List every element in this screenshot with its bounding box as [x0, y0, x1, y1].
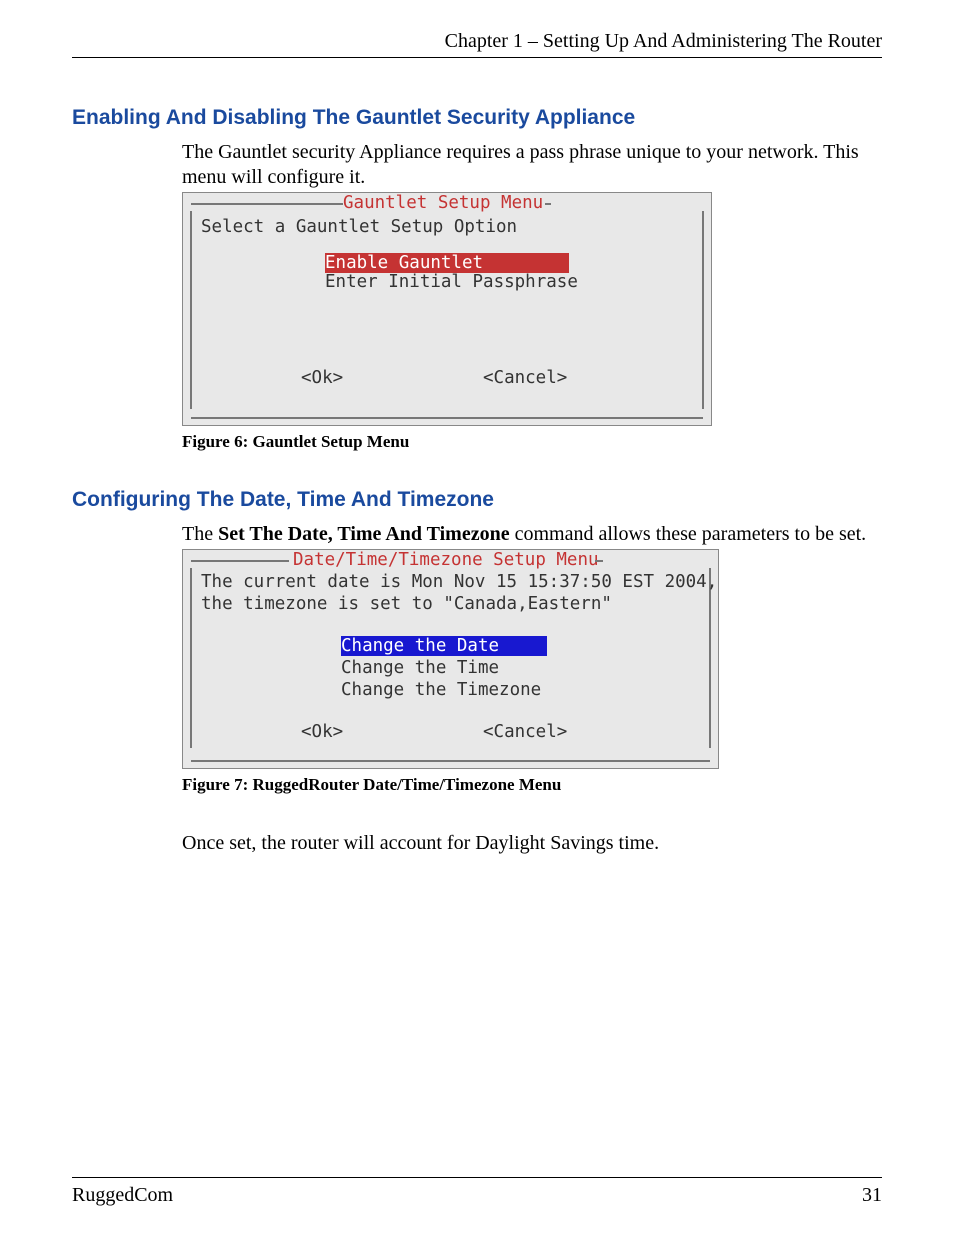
section-heading-gauntlet: Enabling And Disabling The Gauntlet Secu… — [72, 106, 882, 130]
closing-paragraph: Once set, the router will account for Da… — [182, 831, 882, 856]
ok-button[interactable]: <Ok> — [301, 368, 343, 388]
cancel-button[interactable]: <Cancel> — [483, 722, 567, 742]
box-line — [191, 560, 289, 562]
section2-paragraph: The Set The Date, Time And Timezone comm… — [182, 522, 882, 547]
para-bold: Set The Date, Time And Timezone — [218, 523, 510, 545]
option-enable-gauntlet[interactable]: Enable Gauntlet — [325, 253, 569, 273]
page-footer: RuggedCom 31 — [72, 1177, 882, 1235]
option-change-time[interactable]: Change the Time — [341, 658, 499, 678]
para-text: command allows these parameters to be se… — [510, 523, 867, 545]
option-change-timezone[interactable]: Change the Timezone — [341, 680, 541, 700]
gauntlet-menu-title: Gauntlet Setup Menu — [343, 193, 543, 213]
box-line — [190, 568, 192, 748]
datetime-timezone-line: the timezone is set to "Canada,Eastern" — [201, 594, 612, 614]
footer-left: RuggedCom — [72, 1184, 173, 1207]
box-line — [702, 211, 704, 409]
ok-button[interactable]: <Ok> — [301, 722, 343, 742]
para-text: The — [182, 523, 218, 545]
box-line — [595, 560, 603, 562]
box-line — [191, 203, 343, 205]
gauntlet-prompt: Select a Gauntlet Setup Option — [201, 217, 517, 237]
option-change-date[interactable]: Change the Date — [341, 636, 547, 656]
figure7-caption: Figure 7: RuggedRouter Date/Time/Timezon… — [182, 775, 882, 795]
box-line — [191, 417, 703, 419]
page-header: Chapter 1 – Setting Up And Administering… — [72, 30, 882, 58]
datetime-current-line: The current date is Mon Nov 15 15:37:50 … — [201, 572, 717, 592]
box-line — [191, 760, 710, 762]
cancel-button[interactable]: <Cancel> — [483, 368, 567, 388]
figure6-caption: Figure 6: Gauntlet Setup Menu — [182, 432, 882, 452]
section1-paragraph: The Gauntlet security Appliance requires… — [182, 140, 882, 190]
gauntlet-setup-terminal: Gauntlet Setup Menu Select a Gauntlet Se… — [182, 192, 712, 426]
box-line — [709, 568, 711, 748]
box-line — [545, 203, 551, 205]
footer-page-number: 31 — [862, 1184, 882, 1207]
datetime-setup-terminal: Date/Time/Timezone Setup Menu The curren… — [182, 549, 719, 769]
datetime-menu-title: Date/Time/Timezone Setup Menu — [293, 550, 599, 570]
box-line — [190, 211, 192, 409]
option-enter-passphrase[interactable]: Enter Initial Passphrase — [325, 272, 578, 292]
section-heading-datetime: Configuring The Date, Time And Timezone — [72, 488, 882, 512]
